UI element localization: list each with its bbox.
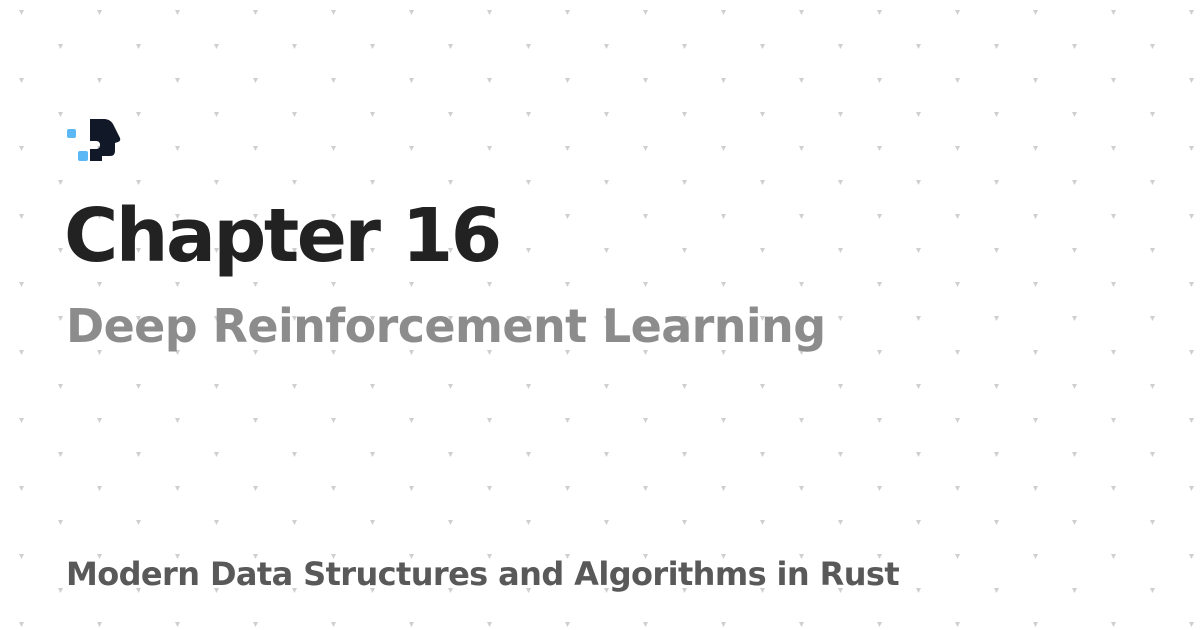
book-title: Modern Data Structures and Algorithms in… <box>66 555 900 593</box>
puzzle-head-logo-icon <box>67 119 121 161</box>
page-subtitle: Deep Reinforcement Learning <box>66 299 826 353</box>
page-title: Chapter 16 <box>64 193 502 279</box>
